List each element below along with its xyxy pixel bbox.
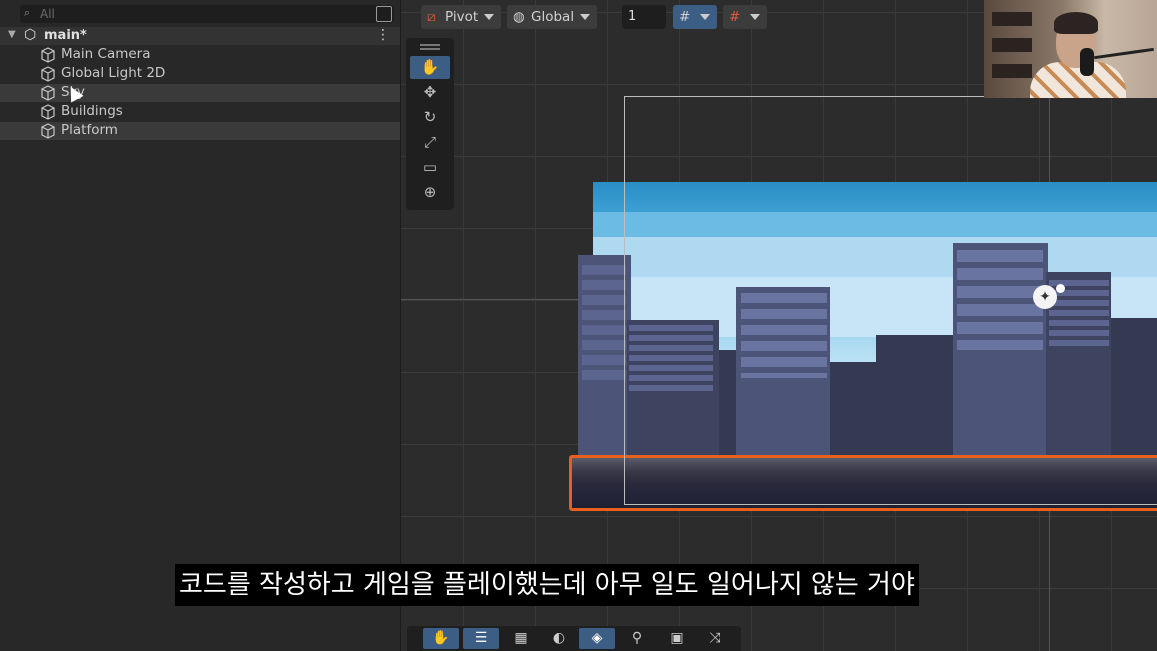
hierarchy-search-input[interactable]: ⌕ All [20, 5, 394, 23]
grid-icon[interactable]: ▦ [503, 628, 539, 649]
layers-icon[interactable]: ◈ [579, 628, 615, 649]
pivot-dropdown[interactable]: ⧄ Pivot [421, 5, 501, 29]
grid-snap-icon: # [679, 9, 691, 25]
rect-tool-icon[interactable]: ▭ [410, 156, 450, 179]
light-gizmo-icon[interactable]: ✦ [1033, 285, 1057, 309]
cube-icon [41, 104, 55, 120]
hierarchy-item-main-camera[interactable]: Main Camera [0, 46, 400, 64]
lock-icon[interactable] [376, 6, 392, 22]
pivot-label: Pivot [445, 9, 479, 25]
cube-icon [41, 66, 55, 82]
hierarchy-item-platform[interactable]: Platform [0, 122, 400, 140]
hierarchy-item-label: Global Light 2D [61, 65, 166, 81]
global-label: Global [531, 9, 575, 25]
hand-tool-icon[interactable]: ✋ [410, 56, 450, 79]
unity-scene-icon: ⬡ [24, 27, 37, 43]
chevron-down-icon [750, 14, 760, 20]
scale-tool-icon[interactable]: ⤢ [410, 131, 450, 154]
search-placeholder: All [40, 7, 55, 21]
global-dropdown[interactable]: ◍ Global [507, 5, 597, 29]
video-subtitle: 코드를 작성하고 게임을 플레이했는데 아무 일도 일어나지 않는 거야 [175, 564, 919, 606]
grid-snapping-toggle[interactable]: # [673, 5, 717, 29]
hierarchy-item-label: Main Camera [61, 46, 151, 62]
scene-name: main* [44, 28, 87, 43]
shelf [992, 38, 1032, 52]
snap-increment-icon: # [729, 9, 741, 25]
globe-icon: ◍ [513, 9, 525, 25]
lighting-icon[interactable]: ◐ [541, 628, 577, 649]
search-icon: ⌕ [24, 6, 31, 19]
hierarchy-item-label: Buildings [61, 103, 123, 119]
hand-icon[interactable]: ✋ [423, 628, 459, 649]
camera-icon[interactable]: ▣ [659, 628, 695, 649]
chevron-down-icon [484, 14, 494, 20]
rotate-tool-icon[interactable]: ↻ [410, 106, 450, 129]
chevron-down-icon [580, 14, 590, 20]
hierarchy-item-global-light[interactable]: Global Light 2D [0, 65, 400, 83]
cube-icon [41, 123, 55, 139]
shelf [992, 12, 1032, 26]
grid-snap-field[interactable]: 1 [622, 5, 666, 29]
cube-icon [41, 47, 55, 63]
hierarchy-item-sky[interactable]: Sky [0, 84, 400, 102]
shuffle-icon[interactable]: ⤨ [697, 628, 733, 649]
webcam-overlay [984, 0, 1157, 98]
microphone [1080, 48, 1094, 76]
search-icon[interactable]: ⚲ [619, 628, 655, 649]
bottom-overlay-toolbar: ✋ ☰ ▦ ◐ ◈ ⚲ ▣ ⤨ [407, 626, 741, 651]
grid-snap-value: 1 [628, 9, 637, 24]
increment-snapping-toggle[interactable]: # [723, 5, 767, 29]
light-gizmo-dot [1056, 284, 1065, 293]
drag-handle[interactable] [420, 44, 440, 46]
cube-icon [41, 85, 55, 101]
hierarchy-panel: ⌕ All ▼ ⬡ main* ⋮ Main Camera Global Lig… [0, 0, 401, 651]
chevron-down-icon [700, 14, 710, 20]
pivot-icon: ⧄ [427, 9, 436, 25]
more-options-icon[interactable]: ⋮ [376, 27, 390, 43]
building-windows [582, 265, 626, 380]
transform-tool-icon[interactable]: ⊕ [410, 181, 450, 204]
hierarchy-item-buildings[interactable]: Buildings [0, 103, 400, 121]
expand-triangle-icon[interactable]: ▼ [8, 29, 16, 40]
scene-row-main[interactable]: ▼ ⬡ main* ⋮ [0, 27, 400, 45]
shelf [992, 64, 1032, 78]
tools-overlay: ✋ ✥ ↻ ⤢ ▭ ⊕ [406, 38, 454, 210]
move-tool-icon[interactable]: ✥ [410, 81, 450, 104]
camera-bounds-frame [624, 96, 1157, 505]
inspector-icon[interactable]: ☰ [463, 628, 499, 649]
hierarchy-item-label: Platform [61, 122, 118, 138]
person-hair [1054, 12, 1098, 34]
